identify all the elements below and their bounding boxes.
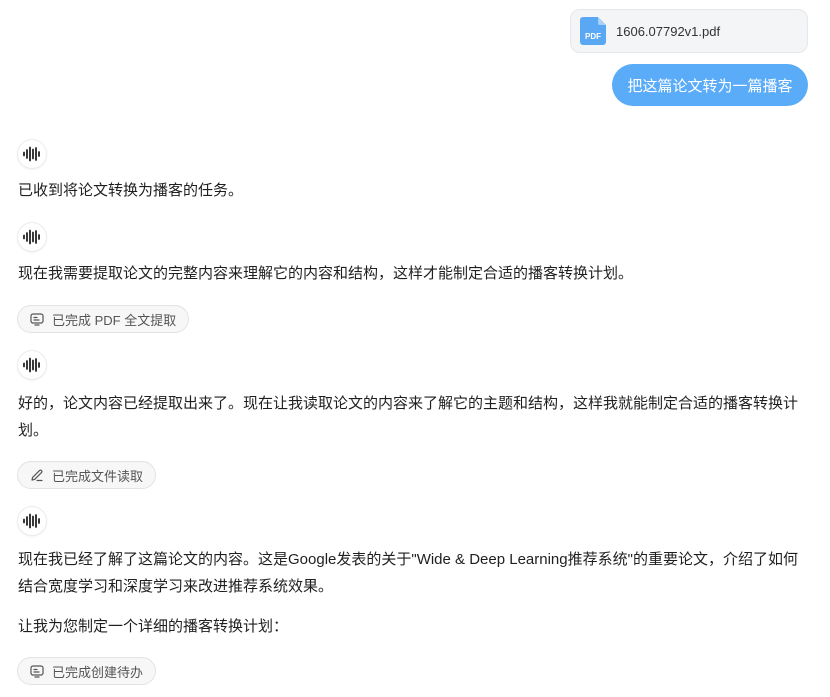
pdf-file-icon: PDF (580, 17, 606, 45)
step-label: 已完成文件读取 (52, 468, 144, 484)
attachment-card[interactable]: PDF 1606.07792v1.pdf (570, 9, 808, 53)
step-chip-create-todo[interactable]: 已完成创建待办 (17, 657, 157, 685)
assistant-message: 已收到将论文转换为播客的任务。 (18, 182, 244, 199)
user-message-text: 把这篇论文转为一篇播客 (627, 77, 793, 95)
assistant-avatar (18, 351, 46, 379)
assistant-avatar (18, 140, 46, 168)
assistant-avatar (18, 507, 46, 535)
assistant-message: 现在我已经了解了这篇论文的内容。这是Google发表的关于"Wide & Dee… (18, 551, 798, 595)
assistant-message: 好的，论文内容已经提取出来了。现在让我读取论文的内容来了解它的主题和结构，这样我… (18, 395, 799, 439)
waveform-icon (23, 146, 40, 162)
step-label: 已完成创建待办 (52, 664, 144, 680)
pdf-icon-label: PDF (585, 32, 601, 41)
step-chip-pdf-extract[interactable]: 已完成 PDF 全文提取 (17, 305, 190, 333)
terminal-icon (30, 313, 44, 326)
attachment-file-name: 1606.07792v1.pdf (616, 23, 721, 39)
waveform-icon (23, 357, 40, 373)
waveform-icon (23, 513, 40, 529)
waveform-icon (23, 229, 40, 245)
assistant-avatar (18, 223, 46, 251)
assistant-message: 现在我需要提取论文的完整内容来理解它的内容和结构，这样才能制定合适的播客转换计划… (18, 265, 634, 282)
user-message-bubble: 把这篇论文转为一篇播客 (612, 64, 808, 106)
pencil-icon (31, 469, 43, 482)
terminal-icon (30, 665, 44, 678)
step-chip-file-read[interactable]: 已完成文件读取 (17, 461, 157, 489)
assistant-message: 让我为您制定一个详细的播客转换计划： (18, 618, 289, 635)
step-label: 已完成 PDF 全文提取 (52, 312, 177, 328)
